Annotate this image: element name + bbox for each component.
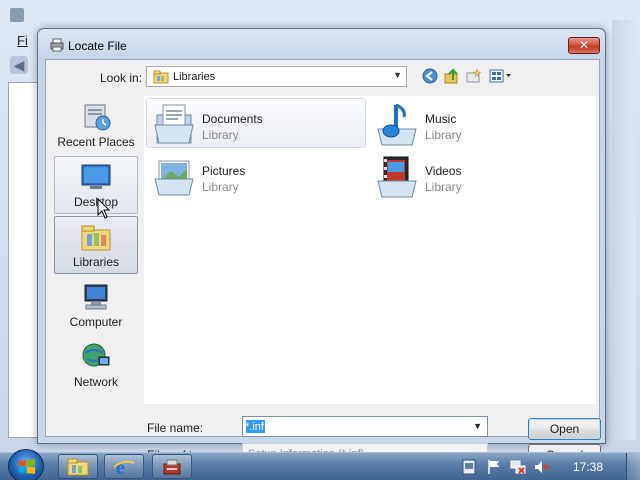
look-in-dropdown[interactable]: Libraries ▼ bbox=[146, 66, 407, 87]
chevron-down-icon: ▼ bbox=[393, 70, 402, 80]
look-in-label: Look in: bbox=[100, 71, 143, 85]
taskbar-internet-explorer-button[interactable]: e bbox=[104, 454, 144, 479]
libraries-icon bbox=[81, 225, 111, 251]
place-libraries[interactable]: Libraries bbox=[54, 216, 138, 274]
network-icon bbox=[82, 343, 110, 367]
place-label: Libraries bbox=[72, 255, 120, 269]
open-button[interactable]: Open bbox=[528, 418, 601, 440]
look-in-value: Libraries bbox=[173, 70, 216, 83]
up-one-level-button[interactable] bbox=[442, 67, 462, 85]
show-desktop-button[interactable] bbox=[626, 453, 640, 480]
file-name: Videos bbox=[425, 164, 462, 178]
desktop-icon bbox=[81, 164, 111, 189]
back-button[interactable] bbox=[420, 67, 440, 85]
place-network[interactable]: Network bbox=[54, 336, 138, 394]
place-desktop[interactable]: Desktop bbox=[54, 156, 138, 214]
dialog-titlebar[interactable]: Locate File ✕ bbox=[38, 29, 605, 59]
volume-muted-icon[interactable] bbox=[534, 459, 550, 475]
close-button[interactable]: ✕ bbox=[568, 37, 600, 54]
videos-library-icon bbox=[377, 156, 417, 198]
file-type: Library bbox=[425, 180, 462, 194]
file-name-input[interactable] bbox=[245, 419, 460, 434]
parent-window-icon bbox=[10, 8, 24, 22]
back-arrow-icon bbox=[422, 68, 438, 84]
svg-text:e: e bbox=[116, 457, 125, 477]
pictures-library-icon bbox=[154, 160, 194, 196]
locate-file-dialog: Locate File ✕ Look in: Libraries ▼ Recen… bbox=[37, 28, 606, 466]
file-item-documents[interactable]: Documents Library bbox=[146, 98, 366, 148]
start-button[interactable] bbox=[8, 449, 44, 480]
mouse-pointer-icon bbox=[97, 198, 111, 219]
dialog-body: Look in: Libraries ▼ Recent Places Deskt… bbox=[45, 59, 601, 466]
file-item-pictures[interactable]: Pictures Library bbox=[146, 150, 366, 200]
parent-back-arrow-icon[interactable]: ◀ bbox=[10, 56, 28, 74]
place-recent-places[interactable]: Recent Places bbox=[54, 96, 138, 154]
taskbar: e 17:38 bbox=[0, 449, 640, 480]
parent-window-edge bbox=[612, 20, 636, 440]
file-item-music[interactable]: Music Library bbox=[369, 98, 589, 148]
libraries-folder-icon bbox=[153, 70, 169, 83]
action-center-flag-icon[interactable] bbox=[486, 459, 502, 475]
dialog-printer-icon bbox=[50, 38, 64, 52]
file-item-videos[interactable]: Videos Library bbox=[369, 150, 589, 200]
clock[interactable]: 17:38 bbox=[573, 460, 603, 474]
parent-content-pane bbox=[8, 82, 38, 438]
place-label: Recent Places bbox=[57, 135, 135, 149]
file-name: Music bbox=[425, 112, 457, 126]
recent-places-icon bbox=[84, 104, 111, 131]
places-bar: Recent Places Desktop Libraries Computer… bbox=[50, 96, 140, 404]
dialog-title: Locate File bbox=[68, 39, 127, 53]
parent-menu-file[interactable]: Fi bbox=[17, 33, 28, 48]
music-library-icon bbox=[377, 103, 417, 146]
place-label: Network bbox=[73, 375, 118, 389]
view-menu-icon bbox=[489, 69, 511, 83]
file-name-combobox[interactable]: ▼ bbox=[242, 416, 488, 437]
file-list[interactable]: Documents Library Music Library Pictures… bbox=[144, 96, 596, 404]
file-name-label: File name: bbox=[147, 421, 204, 435]
taskbar-explorer-button[interactable] bbox=[58, 454, 98, 479]
new-folder-icon bbox=[466, 68, 482, 83]
documents-library-icon bbox=[154, 104, 194, 144]
computer-icon bbox=[84, 284, 108, 310]
file-type: Library bbox=[425, 128, 462, 142]
place-computer[interactable]: Computer bbox=[54, 276, 138, 334]
file-type: Library bbox=[202, 180, 239, 194]
file-name: Documents bbox=[202, 112, 263, 126]
place-label: Desktop bbox=[73, 195, 119, 209]
windows-logo-icon bbox=[19, 459, 35, 474]
explorer-icon bbox=[67, 458, 89, 475]
internet-explorer-icon: e bbox=[113, 457, 135, 477]
place-label: Computer bbox=[69, 315, 123, 329]
input-icon[interactable] bbox=[461, 459, 477, 475]
new-folder-button[interactable] bbox=[464, 67, 484, 85]
up-folder-icon bbox=[444, 68, 458, 84]
device-manager-icon bbox=[163, 459, 181, 474]
file-type: Library bbox=[202, 128, 239, 142]
network-icon[interactable] bbox=[510, 459, 526, 475]
view-menu-button[interactable] bbox=[488, 67, 514, 85]
taskbar-device-manager-button[interactable] bbox=[152, 454, 192, 479]
chevron-down-icon[interactable]: ▼ bbox=[473, 421, 482, 431]
file-name: Pictures bbox=[202, 164, 246, 178]
